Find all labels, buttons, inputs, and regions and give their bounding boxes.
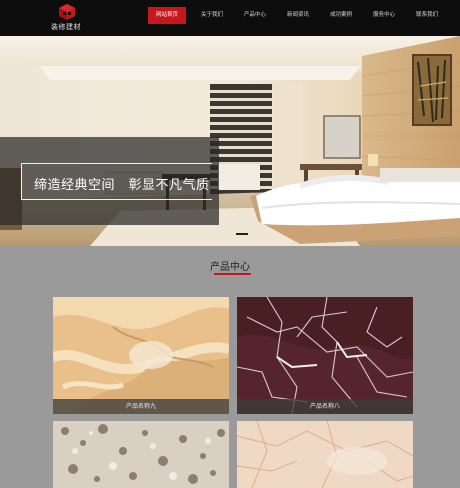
section-title: 产品中心 xyxy=(210,262,250,273)
logo-text: 装修建材 xyxy=(51,23,81,31)
product-card[interactable]: 产品名称九 xyxy=(53,297,229,414)
nav-item-about[interactable]: 关于我们 xyxy=(195,7,229,24)
nav-item-service[interactable]: 服务中心 xyxy=(367,7,401,24)
product-card[interactable]: 产品名称八 xyxy=(237,297,413,414)
nav-item-cases[interactable]: 成功案例 xyxy=(324,7,358,24)
logo[interactable]: 装修建材 xyxy=(50,3,84,33)
slogan-frame: 缔造经典空间 彰显不凡气质 xyxy=(21,163,212,200)
product-image xyxy=(53,297,229,414)
main-nav: 网站首页 关于我们 产品中心 新闻资讯 成功案例 服务中心 联系我们 xyxy=(148,7,453,24)
product-caption: 产品名称九 xyxy=(53,399,229,414)
slogan-band: 缔造经典空间 彰显不凡气质 xyxy=(0,137,219,225)
nav-item-home[interactable]: 网站首页 xyxy=(148,7,187,24)
product-image xyxy=(237,297,413,414)
nav-item-contact[interactable]: 联系我们 xyxy=(410,7,444,24)
product-card[interactable] xyxy=(237,421,413,488)
nav-item-products[interactable]: 产品中心 xyxy=(238,7,272,24)
hero-banner[interactable]: 缔造经典空间 彰显不凡气质 xyxy=(0,36,460,246)
cube-logo-icon xyxy=(59,4,75,20)
product-image xyxy=(53,421,229,488)
product-image xyxy=(237,421,413,488)
nav-item-news[interactable]: 新闻资讯 xyxy=(281,7,315,24)
site-header: 装修建材 网站首页 关于我们 产品中心 新闻资讯 成功案例 服务中心 联系我们 xyxy=(0,0,460,36)
banner-slogan: 缔造经典空间 彰显不凡气质 xyxy=(34,178,210,193)
slide-indicator[interactable] xyxy=(236,233,248,235)
product-card[interactable] xyxy=(53,421,229,488)
title-underline xyxy=(214,273,251,275)
product-caption: 产品名称八 xyxy=(237,399,413,414)
